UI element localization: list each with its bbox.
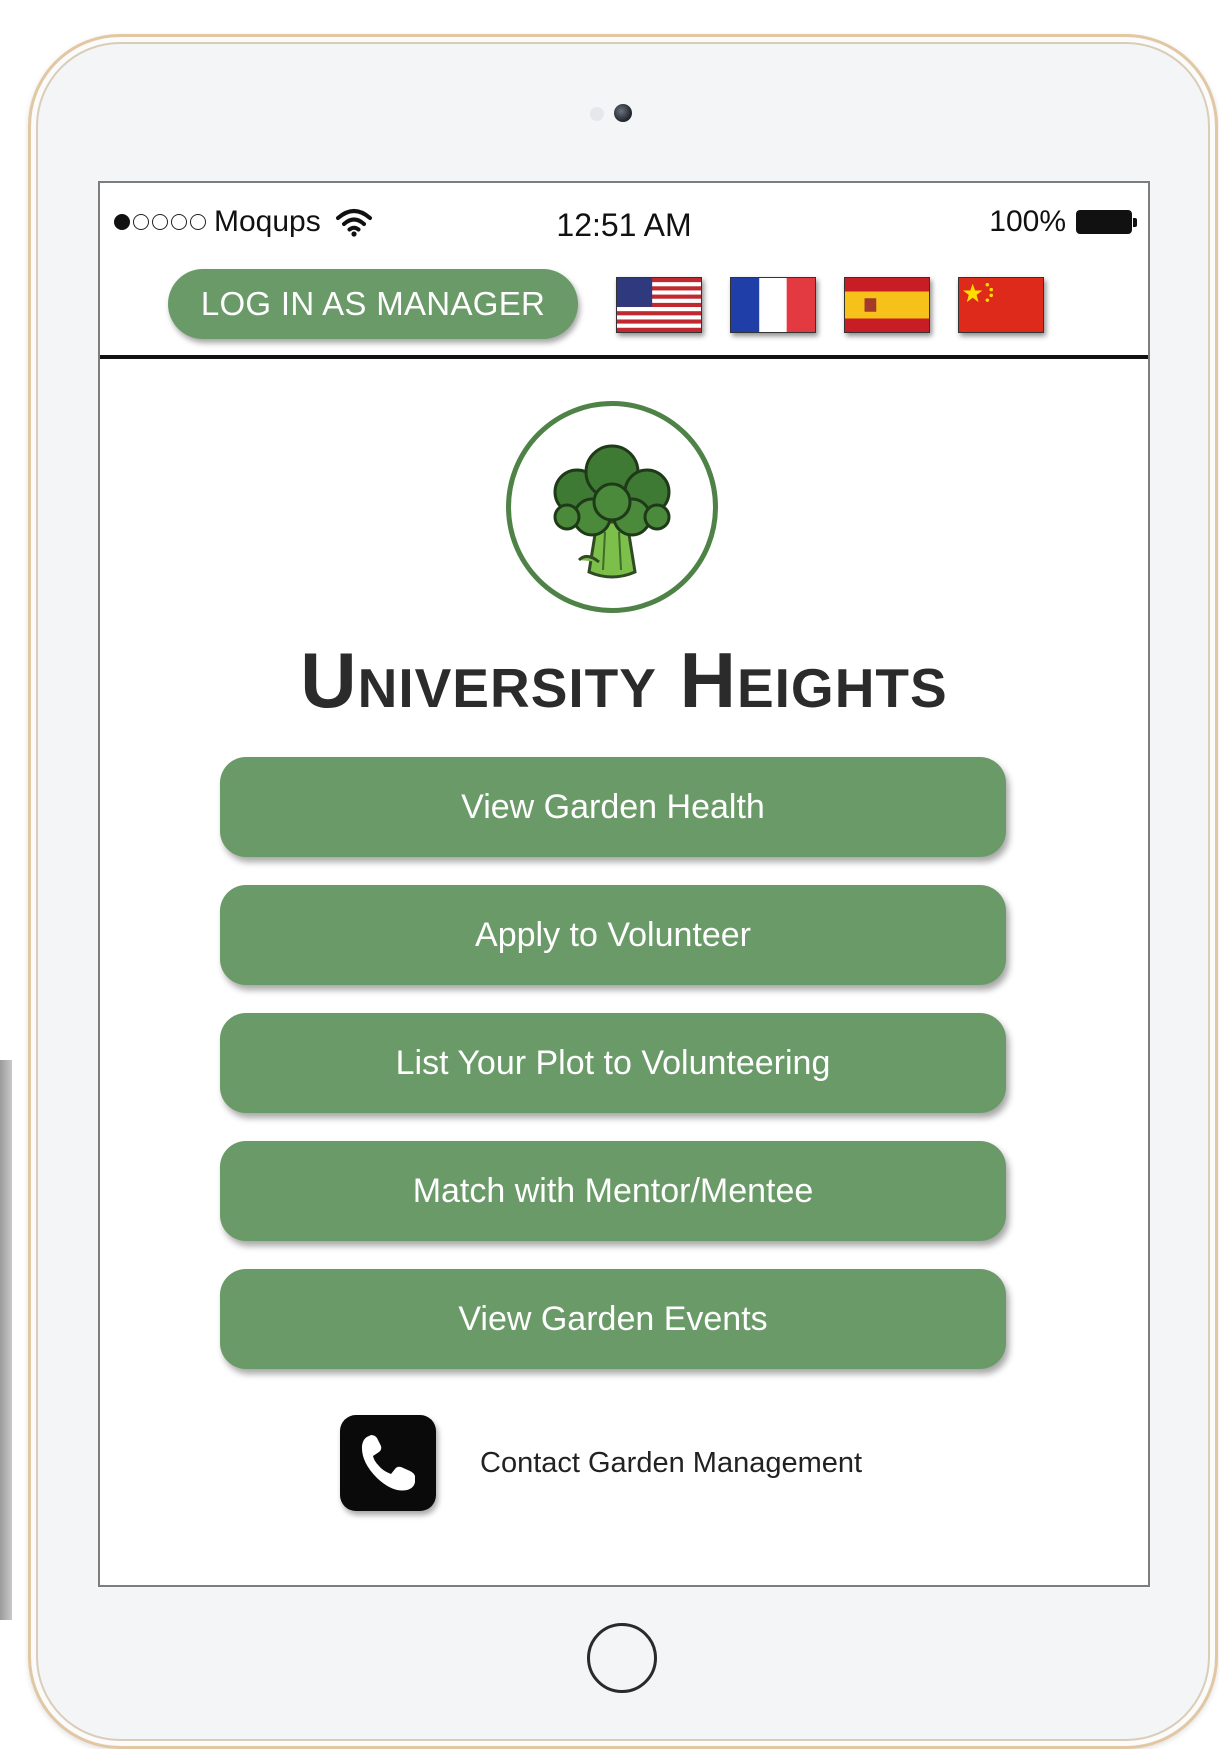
- signal-dot: [114, 214, 130, 230]
- battery-percent: 100%: [989, 205, 1066, 238]
- broccoli-logo: [506, 401, 718, 613]
- contact-phone-button[interactable]: [340, 1415, 436, 1511]
- phone-icon: [361, 1435, 415, 1491]
- carrier-info: Moqups: [114, 205, 373, 239]
- apply-to-volunteer-button[interactable]: Apply to Volunteer: [220, 885, 1006, 985]
- clock-time: 12:51 AM: [556, 207, 692, 243]
- home-button[interactable]: [587, 1623, 657, 1693]
- log-in-as-manager-button[interactable]: LOG IN AS MANAGER: [168, 269, 578, 339]
- spain-flag-icon[interactable]: [844, 277, 930, 333]
- signal-dot: [152, 214, 168, 230]
- broccoli-icon: [553, 444, 671, 579]
- carrier-name: Moqups: [214, 205, 321, 238]
- camera-icon: [614, 104, 632, 122]
- wifi-icon: [335, 209, 372, 237]
- battery-indicator: 100%: [989, 205, 1137, 239]
- france-flag-icon[interactable]: [730, 277, 816, 333]
- signal-dot: [133, 214, 149, 230]
- main-menu: View Garden Health Apply to Volunteer Li…: [220, 757, 1006, 1397]
- us-flag-icon[interactable]: [616, 277, 702, 333]
- list-plot-button[interactable]: List Your Plot to Volunteering: [220, 1013, 1006, 1113]
- china-flag-icon[interactable]: [958, 277, 1044, 333]
- battery-icon: [1076, 210, 1137, 234]
- app-screen: Moqups 12:51 AM 100% LOG IN AS MANAGER U…: [98, 181, 1150, 1587]
- language-selector: [616, 277, 1044, 333]
- camera-sensor: [590, 107, 604, 121]
- contact-section: Contact Garden Management: [340, 1415, 862, 1511]
- page-title: University Heights: [300, 636, 948, 724]
- status-bar: Moqups 12:51 AM 100%: [100, 183, 1148, 267]
- view-garden-events-button[interactable]: View Garden Events: [220, 1269, 1006, 1369]
- signal-strength-icon: [114, 214, 206, 230]
- edge-artifact: [0, 1060, 12, 1620]
- top-header: LOG IN AS MANAGER: [100, 267, 1148, 359]
- view-garden-health-button[interactable]: View Garden Health: [220, 757, 1006, 857]
- match-mentor-button[interactable]: Match with Mentor/Mentee: [220, 1141, 1006, 1241]
- contact-label[interactable]: Contact Garden Management: [480, 1447, 862, 1480]
- signal-dot: [171, 214, 187, 230]
- signal-dot: [190, 214, 206, 230]
